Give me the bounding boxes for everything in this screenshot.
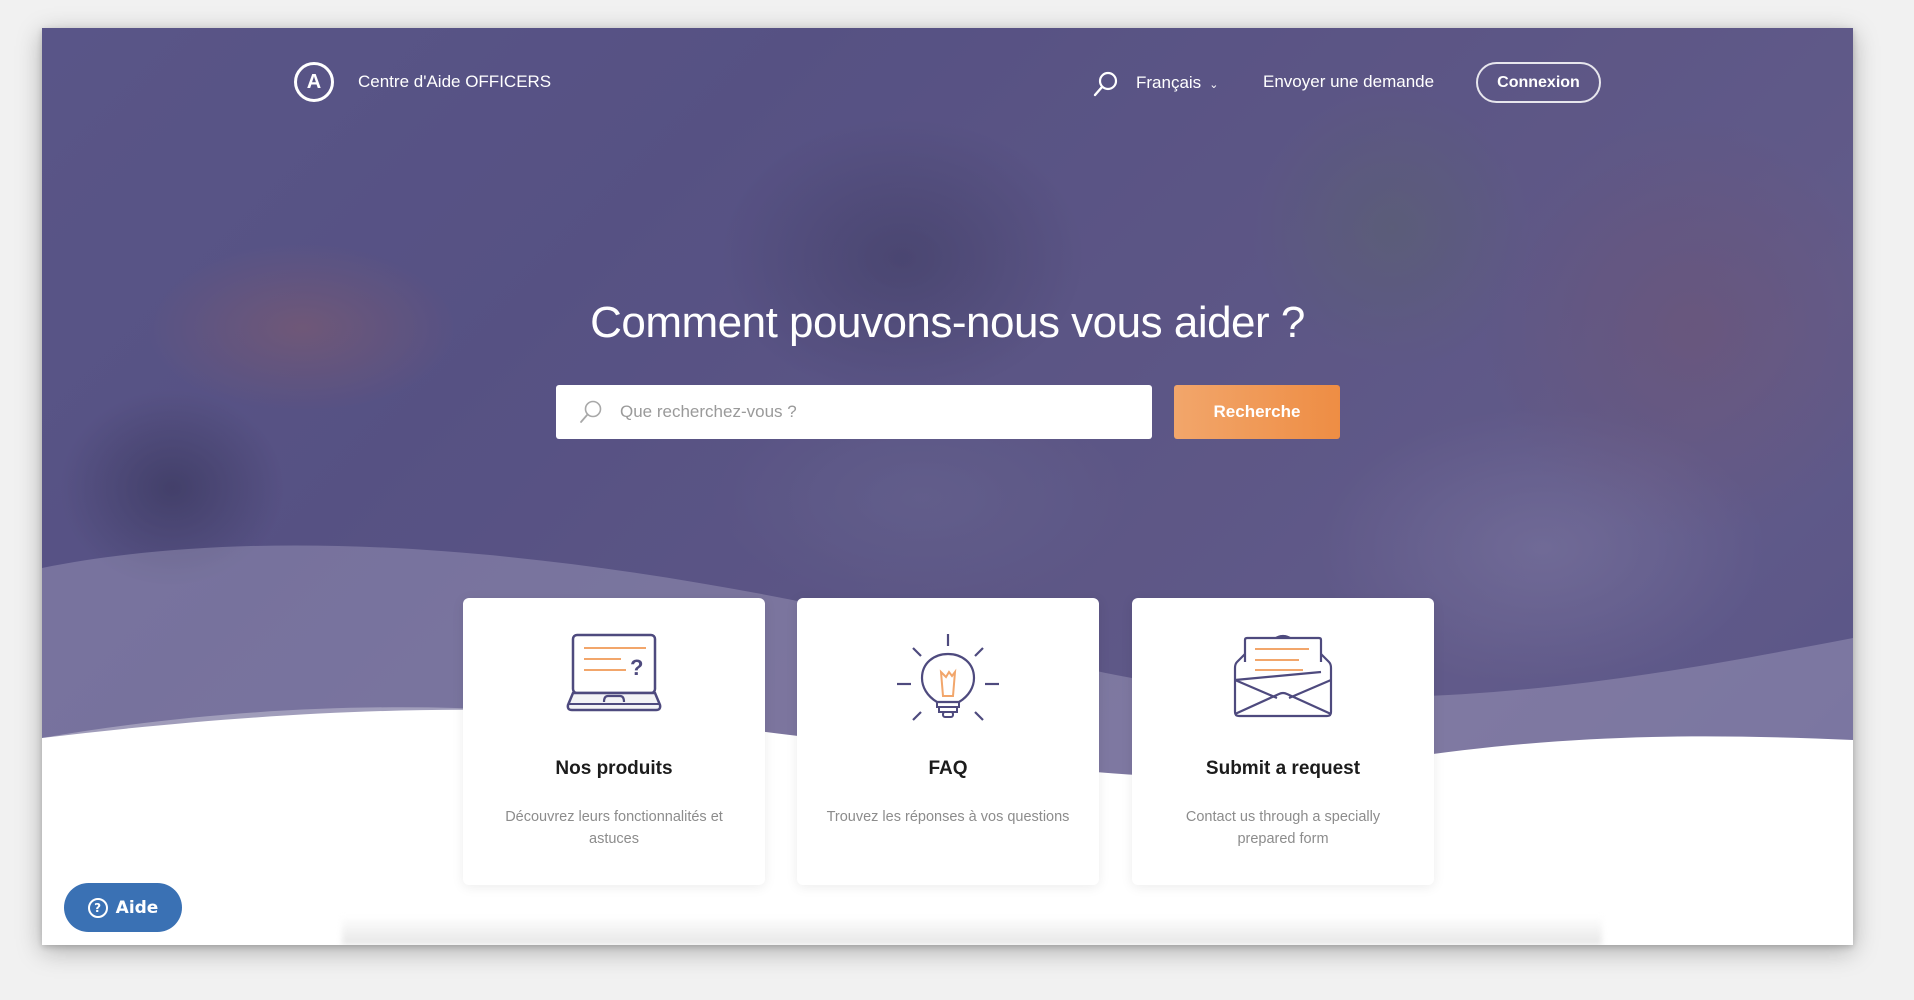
brand-name[interactable]: Centre d'Aide OFFICERS xyxy=(358,72,551,92)
card-description: Trouvez les réponses à vos questions xyxy=(826,809,1070,825)
browser-window: A Centre d'Aide OFFICERS Français ⌄ Envo… xyxy=(42,28,1853,945)
language-label: Français xyxy=(1136,73,1202,92)
envelope-letter-icon xyxy=(1233,634,1333,718)
page-title: Comment pouvons-nous vous aider ? xyxy=(590,298,1305,347)
search-field[interactable] xyxy=(556,385,1152,439)
card-title: Submit a request xyxy=(1205,758,1361,779)
chevron-down-icon: ⌄ xyxy=(1209,79,1219,91)
card-title: Nos produits xyxy=(555,758,673,779)
lightbulb-icon xyxy=(897,634,999,721)
card-description: Contact us through a specially prepared … xyxy=(1185,809,1381,847)
search-icon xyxy=(580,400,602,423)
language-selector[interactable]: Français ⌄ xyxy=(1136,73,1218,93)
help-widget-button[interactable]: ? Aide xyxy=(64,883,182,932)
laptop-question-icon: ? xyxy=(566,633,662,712)
svg-text:?: ? xyxy=(630,655,643,680)
logo-icon[interactable]: A xyxy=(294,62,334,102)
search-button[interactable]: Recherche xyxy=(1174,385,1340,439)
card-products[interactable]: ? Nos produits Découvrez leurs fonctionn… xyxy=(463,598,765,885)
card-title: FAQ xyxy=(928,758,968,779)
submit-request-link[interactable]: Envoyer une demande xyxy=(1263,72,1434,92)
search-icon[interactable] xyxy=(1092,70,1120,98)
site-header: A Centre d'Aide OFFICERS Français ⌄ Envo… xyxy=(42,28,1853,138)
question-circle-icon: ? xyxy=(87,897,108,918)
content-section-edge xyxy=(342,916,1602,945)
card-submit-request[interactable]: Submit a request Contact us through a sp… xyxy=(1132,598,1434,885)
card-description: Découvrez leurs fonctionnalités et astuc… xyxy=(505,809,723,847)
card-faq[interactable]: FAQ Trouvez les réponses à vos questions xyxy=(797,598,1099,885)
help-label: Aide xyxy=(115,897,159,918)
search-input[interactable] xyxy=(618,401,1152,423)
login-button[interactable]: Connexion xyxy=(1476,62,1601,103)
